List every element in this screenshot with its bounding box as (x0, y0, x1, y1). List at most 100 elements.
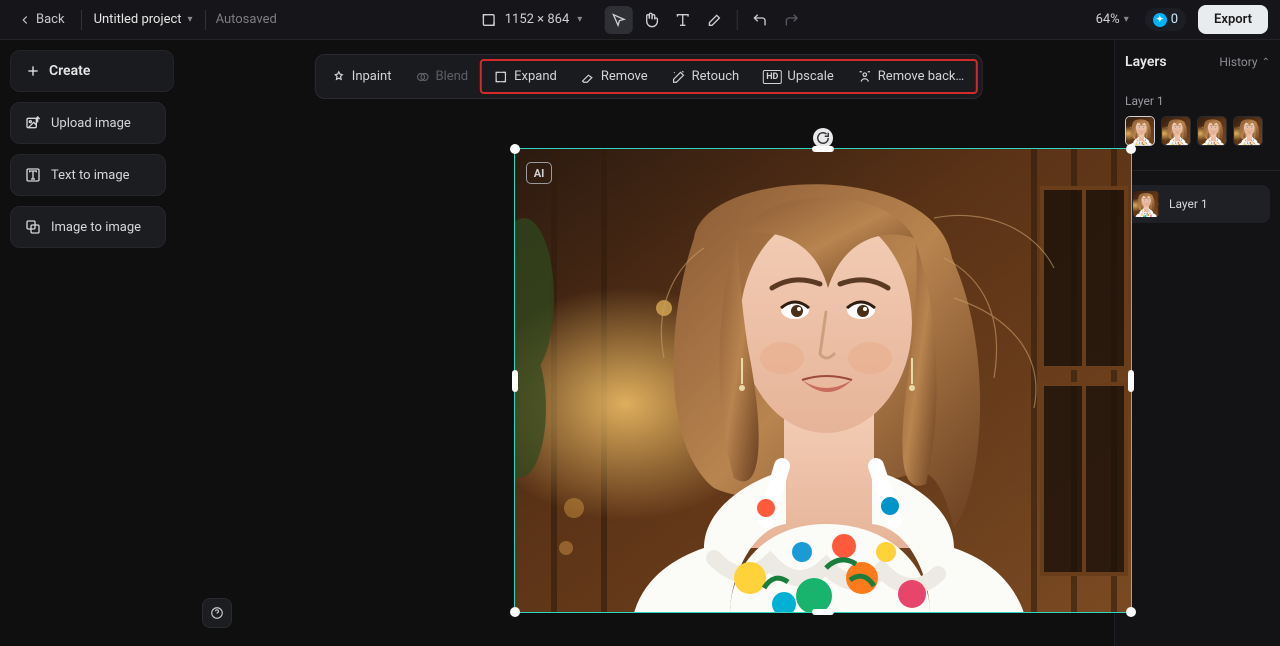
top-bar: Back Untitled project ▾ Autosaved 1152 ×… (0, 0, 1280, 40)
canvas-area[interactable]: Inpaint Blend Expand Remove Retouch (184, 40, 1114, 646)
select-tool[interactable] (604, 6, 632, 34)
highlighted-tools-group: Expand Remove Retouch HD Upscale Remove … (480, 59, 978, 94)
remove-bg-label: Remove back… (878, 69, 964, 84)
project-name-label: Untitled project (94, 12, 182, 27)
undo-icon (751, 12, 767, 28)
zoom-dropdown[interactable]: 64% ▾ (1092, 8, 1133, 31)
panel-divider (1115, 170, 1280, 171)
variant-thumb-3[interactable] (1197, 116, 1227, 146)
left-sidebar: Create Upload image Text to image Image … (0, 40, 184, 646)
refresh-icon (816, 131, 830, 145)
regenerate-button[interactable] (813, 128, 833, 148)
expand-button[interactable]: Expand (482, 61, 569, 92)
credits-icon: ✦ (1153, 13, 1167, 27)
text-icon (674, 12, 690, 28)
plus-icon (25, 63, 41, 79)
divider (736, 10, 737, 30)
resize-handle-left[interactable] (512, 370, 518, 392)
chevron-down-icon: ▾ (1124, 14, 1129, 25)
expand-label: Expand (514, 69, 557, 84)
remove-bg-icon (858, 70, 872, 84)
layers-panel-title: Layers (1125, 54, 1167, 70)
retouch-button[interactable]: Retouch (660, 61, 752, 92)
remove-label: Remove (601, 69, 648, 84)
resize-handle-right[interactable] (1128, 370, 1134, 392)
upscale-label: Upscale (787, 69, 833, 84)
layers-panel: Layers History ⌃ Layer 1 Layer 1 (1114, 40, 1280, 646)
text-to-image-label: Text to image (51, 168, 130, 183)
upload-image-button[interactable]: Upload image (10, 102, 166, 144)
hand-tool[interactable] (636, 6, 664, 34)
variant-thumb-2[interactable] (1161, 116, 1191, 146)
remove-button[interactable]: Remove (569, 61, 660, 92)
inpaint-label: Inpaint (352, 69, 392, 84)
image-upload-icon (25, 115, 41, 131)
help-icon (210, 606, 224, 620)
text-to-image-icon (25, 167, 41, 183)
variant-thumb-1[interactable] (1125, 116, 1155, 146)
image-to-image-icon (25, 219, 41, 235)
variant-thumb-4[interactable] (1233, 116, 1263, 146)
resize-icon (481, 12, 497, 28)
retouch-label: Retouch (692, 69, 740, 84)
brush-icon (706, 12, 722, 28)
chevron-up-icon: ⌃ (1262, 57, 1270, 68)
inpaint-button[interactable]: Inpaint (320, 61, 404, 92)
cursor-icon (610, 12, 626, 28)
variant-thumbnails (1125, 116, 1270, 146)
resize-handle-top[interactable] (812, 146, 834, 152)
back-label: Back (36, 12, 65, 27)
chevron-down-icon: ▾ (188, 14, 193, 25)
hand-icon (642, 12, 658, 28)
divider (205, 10, 206, 30)
history-toggle[interactable]: History ⌃ (1219, 55, 1270, 69)
zoom-label: 64% (1096, 12, 1120, 27)
image-to-image-button[interactable]: Image to image (10, 206, 166, 248)
autosave-status: Autosaved (216, 12, 277, 27)
hd-icon: HD (763, 70, 781, 84)
chevron-down-icon: ▾ (577, 14, 582, 25)
upload-image-label: Upload image (51, 116, 131, 131)
image-to-image-label: Image to image (51, 220, 141, 235)
export-button[interactable]: Export (1198, 5, 1268, 34)
canvas-size-button[interactable]: 1152 × 864 ▾ (475, 8, 589, 32)
divider (81, 10, 82, 30)
selection-outline (514, 148, 1132, 613)
credits-value: 0 (1171, 12, 1178, 27)
project-name-dropdown[interactable]: Untitled project ▾ (92, 8, 195, 31)
resize-handle-bl[interactable] (510, 607, 520, 617)
brush-tool[interactable] (700, 6, 728, 34)
chevron-left-icon (18, 13, 32, 27)
remove-background-button[interactable]: Remove back… (846, 61, 976, 92)
undo-button[interactable] (745, 6, 773, 34)
redo-icon (783, 12, 799, 28)
create-label: Create (49, 63, 90, 79)
selected-layer[interactable]: AI (514, 148, 1132, 613)
blend-icon (415, 70, 429, 84)
redo-button[interactable] (777, 6, 805, 34)
credits-button[interactable]: ✦ 0 (1145, 8, 1186, 31)
text-to-image-button[interactable]: Text to image (10, 154, 166, 196)
layer-row[interactable]: Layer 1 (1125, 185, 1270, 223)
canvas-size-label: 1152 × 864 (505, 12, 570, 27)
blend-label: Blend (435, 69, 468, 84)
history-label: History (1219, 55, 1257, 69)
layer-thumbnail (1133, 191, 1159, 217)
resize-handle-bottom[interactable] (812, 609, 834, 615)
eraser-icon (581, 70, 595, 84)
back-button[interactable]: Back (12, 8, 71, 31)
resize-handle-tr[interactable] (1126, 144, 1136, 154)
toolbar-canvas-tools (604, 6, 805, 34)
edit-toolbar: Inpaint Blend Expand Remove Retouch (315, 54, 983, 99)
inpaint-icon (332, 70, 346, 84)
blend-button: Blend (403, 61, 480, 92)
export-label: Export (1214, 12, 1252, 27)
resize-handle-tl[interactable] (510, 144, 520, 154)
wand-icon (672, 70, 686, 84)
help-button[interactable] (202, 598, 232, 628)
resize-handle-br[interactable] (1126, 607, 1136, 617)
text-tool[interactable] (668, 6, 696, 34)
upscale-button[interactable]: HD Upscale (751, 61, 846, 92)
layer-name: Layer 1 (1169, 197, 1208, 211)
expand-icon (494, 70, 508, 84)
